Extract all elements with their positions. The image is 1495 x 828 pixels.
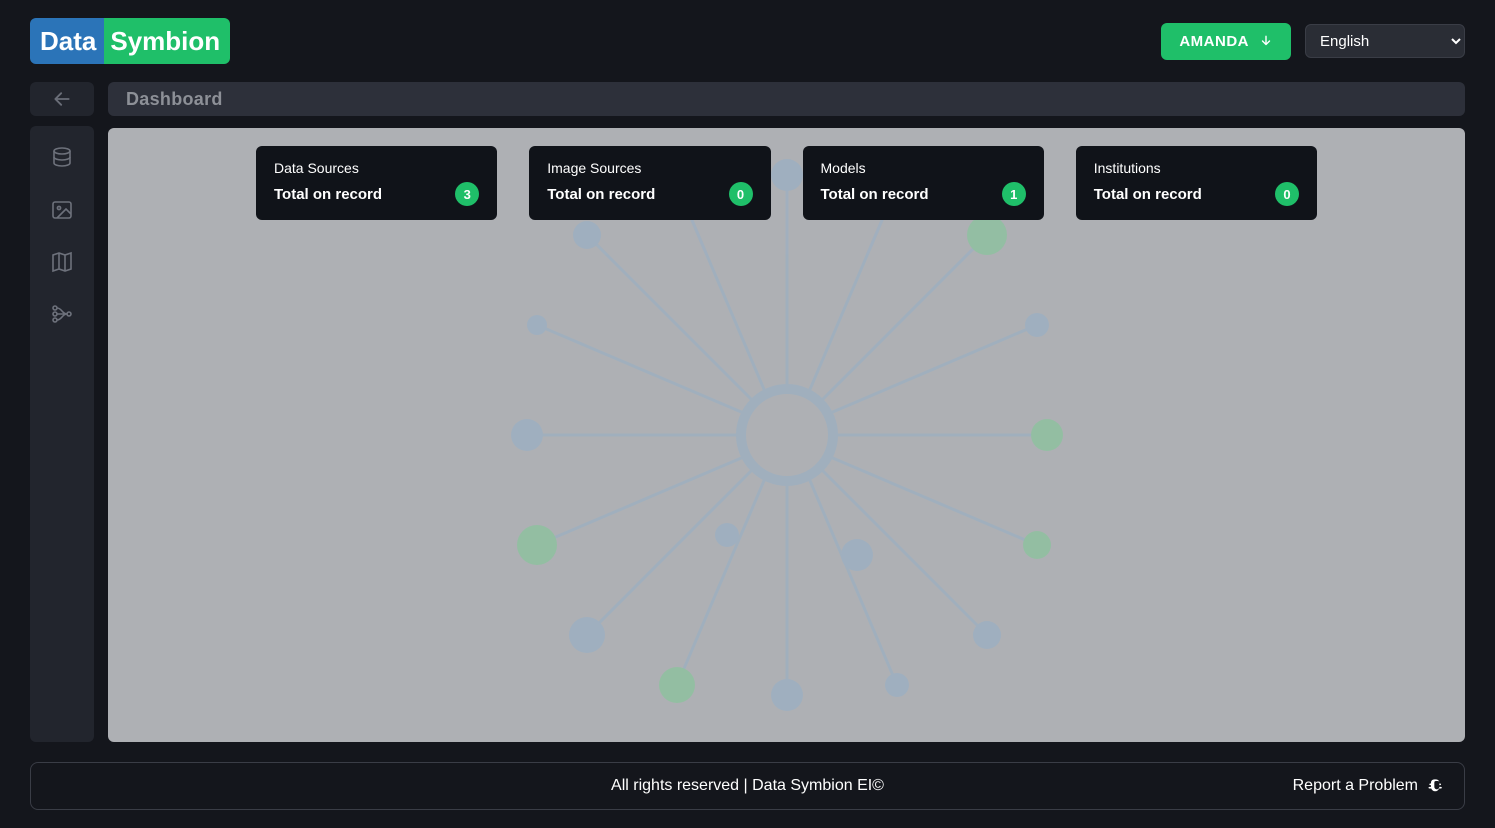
- card-subtitle: Total on record: [1094, 186, 1202, 203]
- nav-image-sources[interactable]: [44, 192, 80, 228]
- nav-ai-network[interactable]: [44, 296, 80, 332]
- card-title: Models: [821, 160, 1026, 176]
- brand-logo-right: Symbion: [104, 18, 230, 64]
- brand-logo-left: Data: [30, 18, 104, 64]
- card-subtitle: Total on record: [821, 186, 929, 203]
- page-title: Dashboard: [108, 82, 1465, 116]
- database-icon: [50, 146, 74, 170]
- card-subtitle: Total on record: [547, 186, 655, 203]
- side-nav: [30, 126, 94, 742]
- report-problem-label: Report a Problem: [1293, 777, 1418, 795]
- footer-copyright: All rights reserved | Data Symbion EI©: [611, 777, 884, 795]
- card-count-badge: 3: [455, 182, 479, 206]
- stats-cards-row: Data Sources Total on record 3 Image Sou…: [126, 146, 1447, 220]
- card-count-badge: 1: [1002, 182, 1026, 206]
- content-area: Data Sources Total on record 3 Image Sou…: [108, 128, 1465, 742]
- card-subtitle: Total on record: [274, 186, 382, 203]
- card-count-badge: 0: [1275, 182, 1299, 206]
- card-image-sources[interactable]: Image Sources Total on record 0: [529, 146, 770, 220]
- brand-logo[interactable]: Data Symbion: [30, 18, 230, 64]
- language-select[interactable]: 🇬🇧 English: [1305, 24, 1465, 58]
- map-icon: [50, 250, 74, 274]
- footer: All rights reserved | Data Symbion EI© R…: [30, 762, 1465, 810]
- sidebar: [30, 82, 94, 742]
- nav-models-map[interactable]: [44, 244, 80, 280]
- card-title: Image Sources: [547, 160, 752, 176]
- arrow-left-icon: [49, 89, 75, 109]
- bug-icon: [1426, 776, 1446, 796]
- arrow-down-icon: [1259, 34, 1273, 48]
- card-models[interactable]: Models Total on record 1: [803, 146, 1044, 220]
- card-data-sources[interactable]: Data Sources Total on record 3: [256, 146, 497, 220]
- card-title: Institutions: [1094, 160, 1299, 176]
- main-column: Dashboard: [108, 82, 1465, 742]
- image-icon: [50, 198, 74, 222]
- top-header: Data Symbion AMANDA 🇬🇧 English: [0, 0, 1495, 82]
- user-menu-label: AMANDA: [1179, 33, 1249, 50]
- card-count-badge: 0: [729, 182, 753, 206]
- card-institutions[interactable]: Institutions Total on record 0: [1076, 146, 1317, 220]
- back-button[interactable]: [30, 82, 94, 116]
- network-background-illustration: [467, 128, 1107, 742]
- network-icon: [50, 302, 74, 326]
- user-menu-button[interactable]: AMANDA: [1161, 23, 1291, 60]
- header-actions: AMANDA 🇬🇧 English: [1161, 23, 1465, 60]
- report-problem-link[interactable]: Report a Problem: [1293, 776, 1446, 796]
- nav-data-sources[interactable]: [44, 140, 80, 176]
- card-title: Data Sources: [274, 160, 479, 176]
